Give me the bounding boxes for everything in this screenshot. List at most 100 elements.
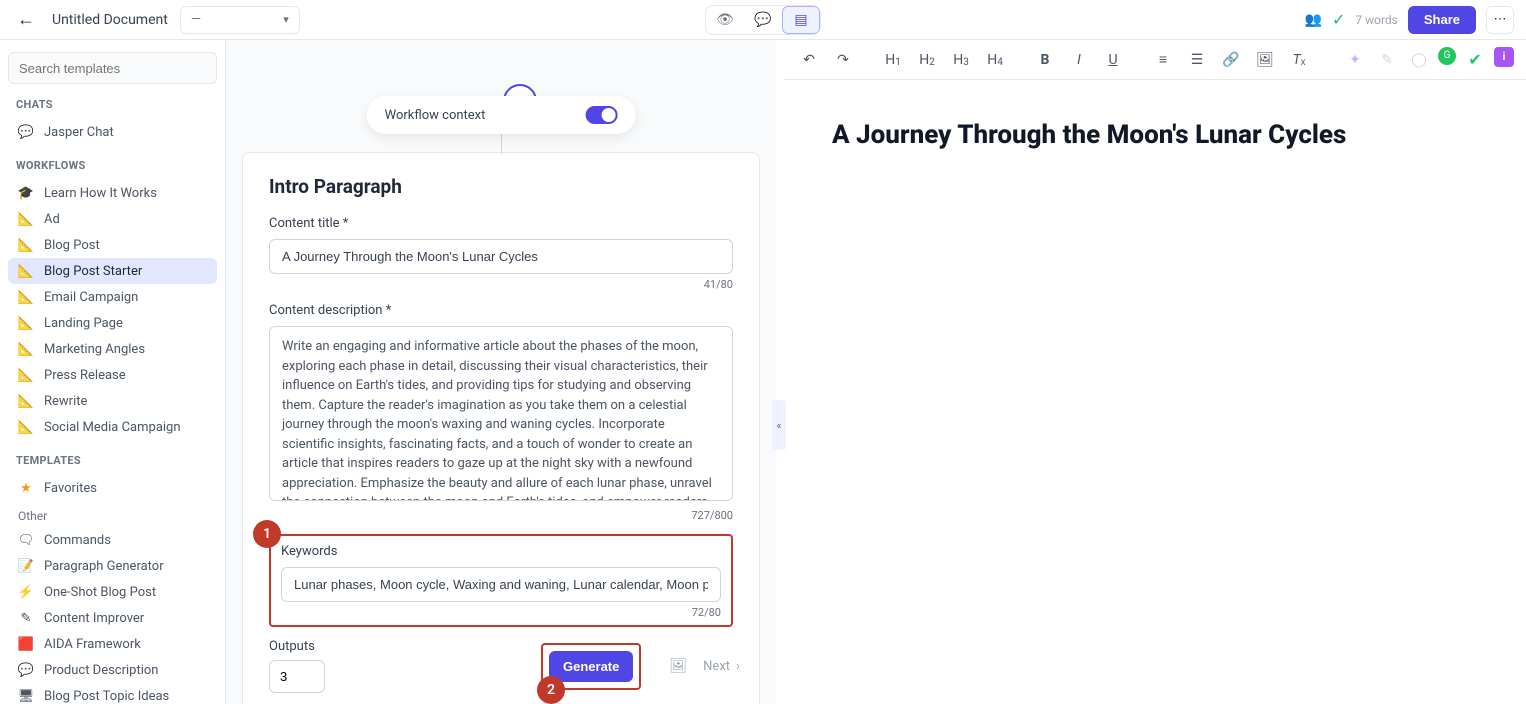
sidebar-item-aida[interactable]: 🟥AIDA Framework	[8, 631, 217, 657]
unordered-list-button[interactable]: ☰	[1184, 47, 1210, 73]
underline-button[interactable]: U	[1100, 47, 1126, 73]
keywords-input[interactable]	[281, 567, 721, 602]
sidebar-item-landing-page[interactable]: 📐Landing Page	[8, 310, 217, 336]
sidebar-item-one-shot[interactable]: ⚡One-Shot Blog Post	[8, 579, 217, 605]
redo-button[interactable]: ↷	[830, 47, 856, 73]
content-description-counter: 727/800	[269, 509, 733, 522]
speech-icon: 🗨	[18, 532, 34, 548]
workflow-icon: 📐	[18, 367, 34, 383]
outputs-input[interactable]	[269, 660, 325, 693]
sidebar-item-email-campaign[interactable]: 📐Email Campaign	[8, 284, 217, 310]
grad-cap-icon: 🎓	[18, 185, 34, 201]
h3-button[interactable]: H3	[948, 47, 974, 73]
sparkle-icon[interactable]: ✦	[1342, 47, 1368, 73]
more-menu-button[interactable]: ⋯	[1486, 6, 1514, 34]
workflows-section-label: WORKFLOWS	[8, 145, 217, 180]
sidebar-item-blog-post[interactable]: 📐Blog Post	[8, 232, 217, 258]
saved-check-icon: ✓	[1332, 10, 1345, 29]
pencil-icon: ✎	[18, 610, 34, 626]
sidebar-item-product-description[interactable]: 💬Product Description	[8, 657, 217, 683]
sidebar-item-label: Learn How It Works	[44, 186, 157, 201]
style-dropdown[interactable]: — ▾	[180, 6, 300, 34]
sidebar-item-label: Press Release	[44, 368, 126, 383]
image-button[interactable]: 🖼	[1252, 47, 1278, 73]
content-title-counter: 41/80	[269, 278, 733, 291]
panel-divider: «	[776, 40, 784, 704]
undo-button[interactable]: ↶	[796, 47, 822, 73]
h1-button[interactable]: H1	[880, 47, 906, 73]
workflow-icon: 📐	[18, 341, 34, 357]
bold-button[interactable]: B	[1032, 47, 1058, 73]
search-input[interactable]	[8, 52, 217, 84]
sidebar-item-press-release[interactable]: 📐 Press Release	[8, 362, 217, 388]
monitor-icon: 🖥	[18, 688, 34, 704]
shield-check-icon[interactable]: ✔	[1462, 47, 1488, 73]
intro-paragraph-card: Intro Paragraph Content title * 41/80 Co…	[242, 152, 760, 704]
circle-icon[interactable]: ◯	[1406, 47, 1432, 73]
sidebar-item-label: Email Campaign	[44, 290, 138, 305]
sidebar-item-label: One-Shot Blog Post	[44, 585, 156, 600]
clear-format-button[interactable]: Tₓ	[1286, 47, 1312, 73]
generate-button[interactable]: Generate	[549, 651, 633, 682]
keywords-label: Keywords	[281, 544, 721, 559]
grammarly-badge-icon[interactable]: G	[1438, 47, 1456, 65]
collaborators-icon[interactable]: 👥	[1305, 12, 1322, 28]
italic-button[interactable]: I	[1066, 47, 1092, 73]
chat-view-button[interactable]: 💬	[744, 6, 782, 34]
sidebar-item-marketing-angles[interactable]: 📐Marketing Angles	[8, 336, 217, 362]
content-title-label: Content title *	[269, 216, 733, 231]
content-title-input[interactable]	[269, 239, 733, 274]
sidebar-item-jasper-chat[interactable]: 💬 Jasper Chat	[8, 119, 217, 145]
view-toggle: 👁 💬 ▤	[705, 5, 821, 35]
back-button[interactable]: ←	[12, 6, 40, 34]
sidebar-item-rewrite[interactable]: 📐Rewrite	[8, 388, 217, 414]
share-button[interactable]: Share	[1408, 6, 1476, 34]
sidebar-item-topic-ideas[interactable]: 🖥 Blog Post Topic Ideas	[8, 683, 217, 704]
h4-button[interactable]: H4	[982, 47, 1008, 73]
sidebar-item-paragraph-generator[interactable]: 📝Paragraph Generator	[8, 553, 217, 579]
content-description-input[interactable]: Write an engaging and informative articl…	[269, 326, 733, 501]
sidebar-item-label: Landing Page	[44, 316, 123, 331]
content-description-label: Content description *	[269, 303, 733, 318]
sidebar-item-label: Social Media Campaign	[44, 420, 181, 435]
info-badge-icon[interactable]: i	[1494, 47, 1514, 67]
image-icon[interactable]: 🖼	[669, 658, 687, 674]
sidebar-item-label: Blog Post	[44, 238, 100, 253]
document-heading[interactable]: A Journey Through the Moon's Lunar Cycle…	[832, 120, 1478, 150]
h2-button[interactable]: H2	[914, 47, 940, 73]
sidebar-item-favorites[interactable]: ★Favorites	[8, 475, 217, 501]
sidebar-item-social-media[interactable]: 📐Social Media Campaign	[8, 414, 217, 440]
annotation-badge-1: 1	[253, 520, 281, 548]
workflow-context-label: Workflow context	[385, 108, 486, 123]
split-view-button[interactable]: ▤	[782, 6, 820, 34]
edit-icon[interactable]: ✎	[1374, 47, 1400, 73]
sidebar-item-commands[interactable]: 🗨 Commands	[8, 527, 217, 553]
sidebar-item-label: Ad	[44, 212, 60, 227]
preview-view-button[interactable]: 👁	[706, 6, 744, 34]
collapse-handle[interactable]: «	[772, 400, 786, 450]
sidebar-item-learn[interactable]: 🎓 Learn How It Works	[8, 180, 217, 206]
outputs-label: Outputs	[269, 639, 325, 654]
editor-toolbar: ↶ ↷ H1 H2 H3 H4 B I U ≡ ☰ 🔗 🖼 Tₓ ✦ ✎	[784, 40, 1526, 80]
annotation-badge-2: 2	[537, 676, 565, 704]
sidebar-item-content-improver[interactable]: ✎ Content Improver	[8, 605, 217, 631]
chevron-down-icon: ▾	[283, 13, 289, 26]
workflow-icon: 📐	[18, 211, 34, 227]
sidebar-item-label: Blog Post Topic Ideas	[44, 689, 169, 704]
style-label: —	[191, 12, 201, 27]
ordered-list-button[interactable]: ≡	[1150, 47, 1176, 73]
config-panel: Workflow context Intro Paragraph Content…	[226, 40, 776, 704]
sidebar-item-blog-post-starter[interactable]: 📐Blog Post Starter	[8, 258, 217, 284]
workflow-context-toggle[interactable]	[585, 106, 617, 124]
other-section-label: Other	[8, 501, 217, 527]
document-title[interactable]: Untitled Document	[52, 12, 168, 28]
sidebar-item-label: Commands	[44, 533, 111, 548]
link-button[interactable]: 🔗	[1218, 47, 1244, 73]
sidebar-item-label: Content Improver	[44, 611, 144, 626]
sidebar-item-ad[interactable]: 📐 Ad	[8, 206, 217, 232]
sidebar-item-label: Rewrite	[44, 394, 87, 409]
document-area[interactable]: A Journey Through the Moon's Lunar Cycle…	[784, 80, 1526, 704]
next-button[interactable]: Next ›	[703, 659, 740, 674]
sidebar-item-label: Blog Post Starter	[44, 264, 142, 279]
workflow-context-pill: Workflow context	[367, 96, 636, 134]
